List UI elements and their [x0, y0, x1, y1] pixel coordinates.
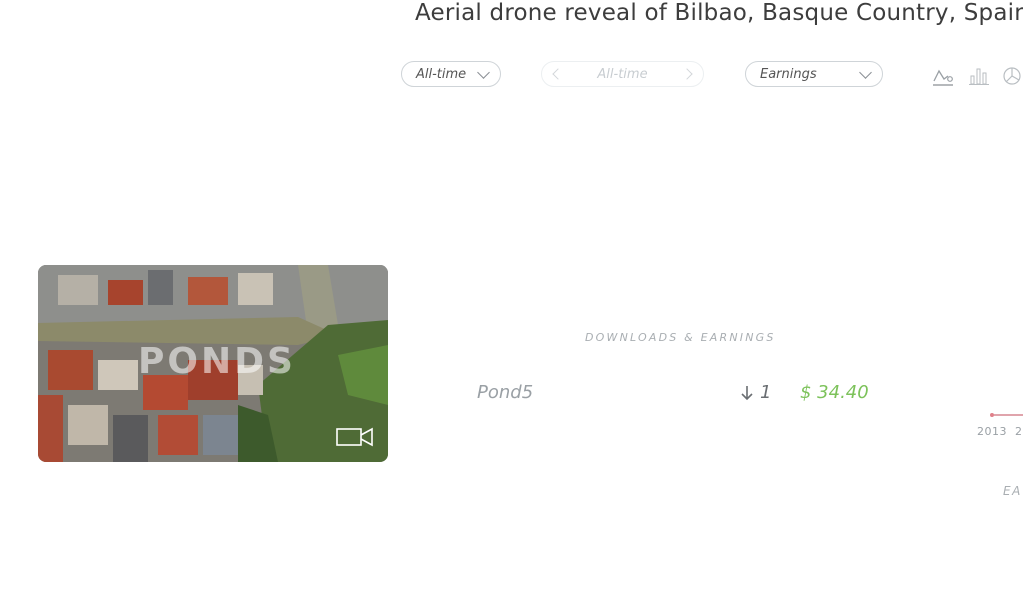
metric-select[interactable]: Earnings: [745, 61, 883, 87]
timeline-line: [990, 413, 1023, 417]
arrow-down-icon: [741, 385, 753, 400]
agency-name: Pond5: [477, 382, 534, 403]
period-navigator[interactable]: All-time: [541, 61, 704, 87]
earnings-label-cropped: EA: [1003, 484, 1022, 498]
timeline-tick-next: 2: [1015, 425, 1023, 438]
timeline-tick-2013: 2013: [977, 425, 1007, 438]
period-select[interactable]: All-time: [401, 61, 501, 87]
earnings-value: $ 34.40: [800, 382, 869, 403]
video-thumbnail[interactable]: PONDS: [38, 265, 388, 462]
chevron-right-icon[interactable]: [681, 68, 693, 80]
video-camera-icon: [336, 427, 373, 447]
downloads-value: 1: [760, 382, 772, 403]
downloads-count: 1: [740, 382, 771, 403]
chevron-down-icon: [477, 65, 490, 79]
page-title: Aerial drone reveal of Bilbao, Basque Co…: [415, 0, 1023, 26]
line-chart-icon[interactable]: [932, 65, 954, 87]
chevron-left-icon[interactable]: [552, 68, 564, 80]
period-navigator-value: All-time: [597, 66, 648, 82]
downloads-earnings-label: DOWNLOADS & EARNINGS: [585, 331, 776, 344]
watermark: PONDS: [138, 341, 296, 382]
metric-select-value: Earnings: [760, 66, 817, 82]
chevron-down-icon: [859, 65, 872, 79]
pie-chart-icon[interactable]: [1001, 65, 1023, 87]
period-select-value: All-time: [416, 66, 467, 82]
bar-chart-icon[interactable]: [968, 65, 990, 87]
